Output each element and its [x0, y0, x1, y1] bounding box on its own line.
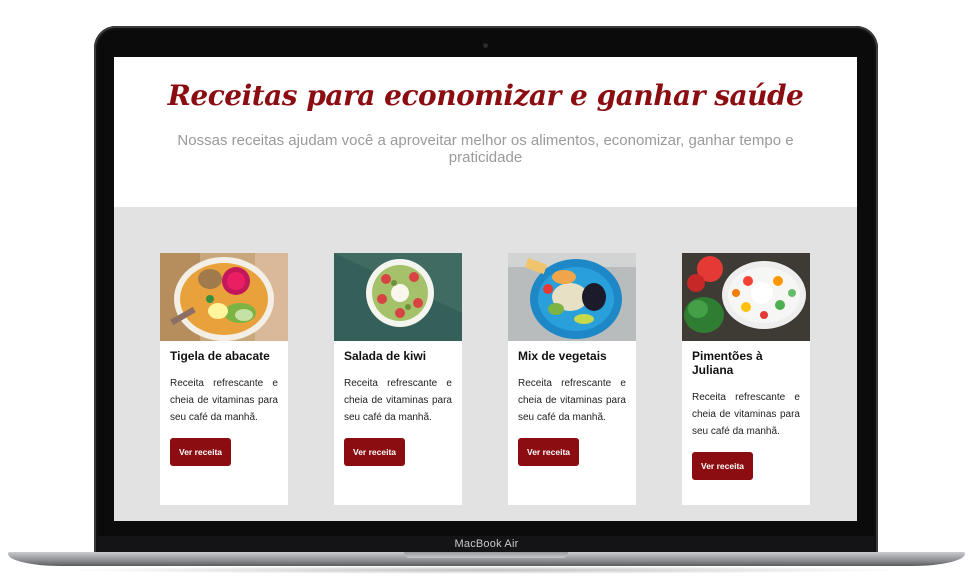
recipe-description: Receita refrescante e cheia de vitaminas… [518, 378, 626, 423]
page-subtitle: Nossas receitas ajudam você a aproveitar… [177, 132, 794, 166]
laptop-base-notch [404, 552, 568, 558]
view-recipe-button[interactable]: Ver receita [170, 438, 232, 466]
hero-section: Receitas para economizar e ganhar saúde … [114, 57, 857, 207]
recipe-title: Pimentões à Juliana [692, 349, 763, 377]
recipe-title: Tigela de abacate [170, 349, 270, 363]
recipe-description: Receita refrescante e cheia de vitaminas… [170, 378, 278, 423]
laptop-shadow [60, 566, 913, 574]
recipe-card: Pimentões à Juliana Receita refrescante … [682, 253, 810, 505]
view-recipe-button[interactable]: Ver receita [518, 438, 580, 466]
recipe-description: Receita refrescante e cheia de vitaminas… [692, 392, 800, 437]
recipe-image-vegetable-mix [508, 253, 636, 341]
recipe-title: Mix de vegetais [518, 349, 607, 363]
webcam-icon [483, 43, 488, 48]
recipe-image-avocado-bowl [160, 253, 288, 341]
recipe-image-kiwi-salad [334, 253, 462, 341]
page-title: Receitas para economizar e ganhar saúde [167, 79, 804, 112]
recipe-description: Receita refrescante e cheia de vitaminas… [344, 378, 452, 423]
recipe-card: Salada de kiwi Receita refrescante e che… [334, 253, 462, 505]
recipe-card: Tigela de abacate Receita refrescante e … [160, 253, 288, 505]
view-recipe-button[interactable]: Ver receita [344, 438, 406, 466]
view-recipe-button[interactable]: Ver receita [692, 452, 754, 480]
laptop-model-label: MacBook Air [454, 538, 519, 550]
recipe-title: Salada de kiwi [344, 349, 427, 363]
recipe-image-peppers [682, 253, 810, 341]
recipe-card: Mix de vegetais Receita refrescante e ch… [508, 253, 636, 505]
browser-viewport: Receitas para economizar e ganhar saúde … [114, 57, 857, 521]
